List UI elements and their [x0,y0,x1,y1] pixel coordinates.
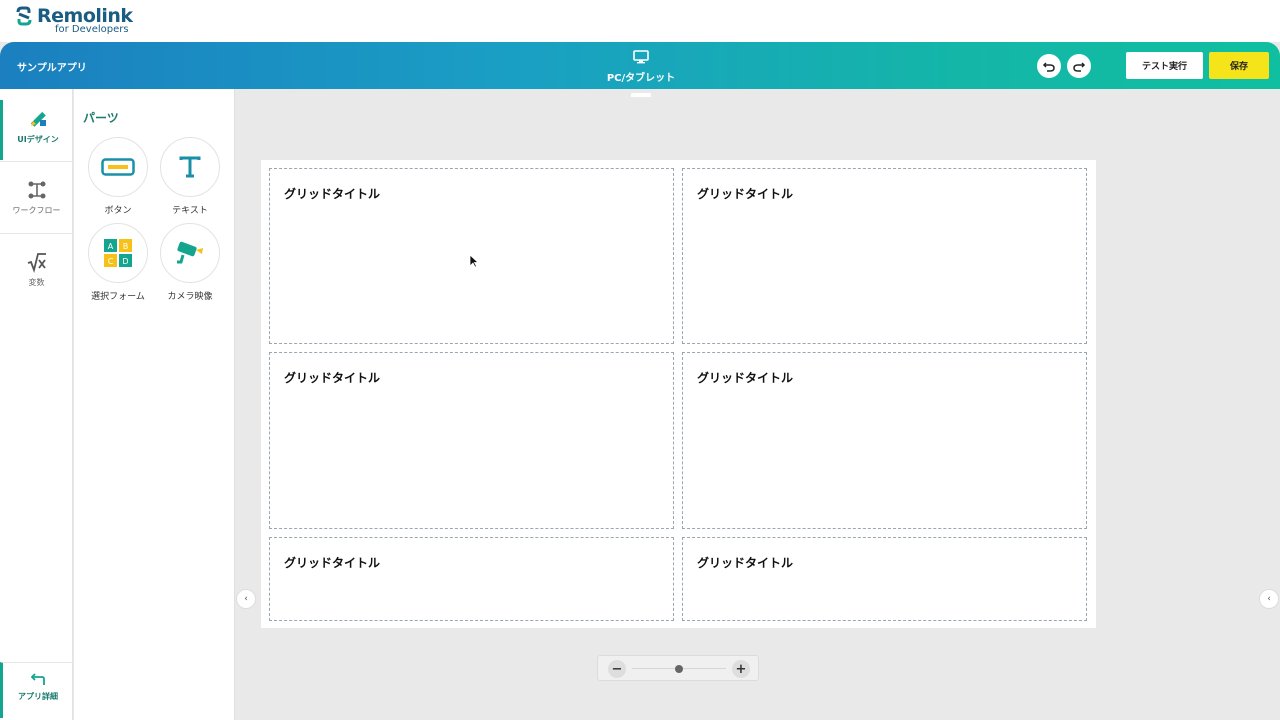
sqrt-x-icon [27,253,46,273]
collapse-right-panel-button[interactable]: ‹ [1259,589,1279,609]
part-label: 選択フォーム [91,292,145,302]
part-text[interactable]: テキスト [154,137,226,216]
rail-item-app-details[interactable]: アプリ詳細 [0,662,73,718]
choice-letter: B [123,242,129,251]
part-circle [160,137,220,197]
panel-title: パーツ [83,111,119,125]
left-rail: UIデザイン ワークフロー 変数 アプリ詳細 [0,89,73,720]
grid-cell[interactable]: グリッドタイトル [682,168,1087,344]
grid-title[interactable]: グリッドタイトル [697,554,793,571]
choice-letter: D [122,257,128,266]
redo-button[interactable] [1067,54,1091,78]
rail-label-app-details: アプリ詳細 [18,692,58,701]
camera-icon [177,241,203,264]
grid-cell[interactable]: グリッドタイトル [682,352,1087,529]
undo-button[interactable] [1037,54,1061,78]
grid-title[interactable]: グリッドタイトル [697,369,793,386]
logo-bar: Remolink for Developers [0,0,1280,42]
text-icon [179,156,201,178]
zoom-control: − + [597,655,759,681]
part-circle [160,223,220,283]
rail-label-variables: 変数 [28,278,45,287]
pencil-ruler-icon [30,111,46,127]
zoom-out-button[interactable]: − [608,660,626,678]
chevron-left-icon: ‹ [244,594,248,604]
tab-pc-tablet[interactable]: PC/タブレット [600,50,682,97]
grid-title[interactable]: グリッドタイトル [284,369,380,386]
mouse-cursor-icon [469,254,479,268]
rail-label-ui-design: UIデザイン [17,135,59,144]
return-arrow-icon [30,673,45,685]
button-icon [101,158,135,176]
top-header: サンプルアプリ PC/タブレット テスト実行 保存 [0,42,1280,97]
grid-cell[interactable]: グリッドタイトル [269,537,674,621]
zoom-slider-handle[interactable] [675,665,683,673]
part-label: ボタン [104,206,132,216]
part-camera[interactable]: カメラ映像 [154,223,226,302]
grid-cell[interactable]: グリッドタイトル [269,352,674,529]
part-circle [88,137,148,197]
app-name[interactable]: サンプルアプリ [17,59,87,74]
part-label: テキスト [172,206,208,216]
redo-icon [1073,62,1086,72]
choice-letter: A [108,242,114,251]
rail-divider [0,161,73,162]
test-run-button[interactable]: テスト実行 [1126,52,1203,79]
rail-item-variables[interactable]: 変数 [0,243,73,303]
part-circle: A B C D [88,223,148,283]
choice-form-icon: A B C D [104,239,132,267]
chevron-left-icon: ‹ [1267,594,1271,604]
device-tab-label: PC/タブレット [606,73,676,84]
monitor-icon [633,50,649,64]
rail-divider [0,233,73,234]
rail-item-workflow[interactable]: ワークフロー [0,171,73,231]
design-canvas[interactable]: グリッドタイトル グリッドタイトル グリッドタイトル グリッドタイトル グリッド… [261,160,1096,628]
rail-item-ui-design[interactable]: UIデザイン [0,100,73,160]
canvas-area: グリッドタイトル グリッドタイトル グリッドタイトル グリッドタイトル グリッド… [235,89,1280,720]
undo-icon [1042,62,1055,72]
choice-letter: C [108,257,114,266]
rail-label-workflow: ワークフロー [12,206,61,215]
remolink-logo-icon [16,6,32,26]
part-button[interactable]: ボタン [82,137,154,216]
save-button[interactable]: 保存 [1209,52,1269,79]
workflow-icon [28,181,45,199]
grid-title[interactable]: グリッドタイトル [284,185,380,202]
parts-panel: パーツ ボタン テキスト A B C D 選択フォーム カメラ映像 [74,89,235,720]
part-label: カメラ映像 [167,292,213,302]
brand-sub: for Developers [55,24,129,35]
collapse-left-panel-button[interactable]: ‹ [236,589,256,609]
grid-cell[interactable]: グリッドタイトル [682,537,1087,621]
grid-title[interactable]: グリッドタイトル [697,185,793,202]
zoom-in-button[interactable]: + [732,660,750,678]
part-choice-form[interactable]: A B C D 選択フォーム [82,223,154,302]
grid-title[interactable]: グリッドタイトル [284,554,380,571]
